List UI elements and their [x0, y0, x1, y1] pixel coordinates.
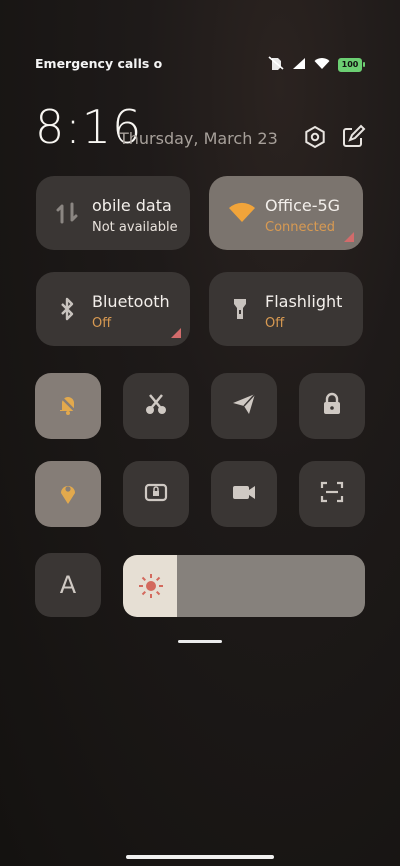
mobile-data-tile[interactable]: obile data Not available: [36, 176, 190, 250]
airplane-toggle[interactable]: [211, 373, 277, 439]
lock-icon: [318, 390, 346, 422]
send-icon: [230, 390, 258, 422]
carrier-label: Emergency calls o: [35, 56, 163, 71]
screenshot-toggle[interactable]: [123, 373, 189, 439]
home-indicator[interactable]: [126, 855, 274, 859]
wifi-status: Connected: [265, 220, 336, 235]
battery-icon: 100: [338, 57, 365, 72]
screen-lock-toggle[interactable]: [123, 461, 189, 527]
vibrate-off-icon: [268, 55, 284, 74]
expand-corner-icon[interactable]: [344, 232, 354, 242]
signal-icon: [292, 55, 306, 74]
flashlight-tile[interactable]: Flashlight Off: [209, 272, 363, 346]
silent-toggle[interactable]: [35, 373, 101, 439]
scan-toggle[interactable]: [299, 461, 365, 527]
video-toggle[interactable]: [211, 461, 277, 527]
location-icon: [54, 478, 82, 510]
wifi-icon: [227, 200, 255, 226]
wifi-icon: [314, 55, 330, 74]
brightness-slider[interactable]: [123, 555, 365, 617]
flashlight-status: Off: [265, 316, 285, 331]
flashlight-icon: [227, 296, 253, 322]
mobile-data-icon: [54, 200, 80, 226]
screen-lock-icon: [142, 478, 170, 510]
mobile-data-status: Not available: [92, 220, 178, 235]
gear-icon[interactable]: [302, 124, 328, 150]
date-label: Thursday, March 23: [119, 129, 278, 148]
bluetooth-tile[interactable]: Bluetooth Off: [36, 272, 190, 346]
bell-off-icon: [54, 390, 82, 422]
wifi-title: Office-5G: [265, 196, 341, 215]
location-toggle[interactable]: [35, 461, 101, 527]
scan-icon: [318, 478, 346, 510]
expand-corner-icon[interactable]: [171, 328, 181, 338]
panel-handle[interactable]: [178, 640, 222, 643]
scissors-icon: [142, 390, 170, 422]
font-size-label: A: [59, 571, 77, 599]
mobile-data-title: obile data: [92, 196, 172, 215]
lock-toggle[interactable]: [299, 373, 365, 439]
flashlight-title: Flashlight: [265, 292, 343, 311]
bluetooth-title: Bluetooth: [92, 292, 170, 311]
status-bar: Emergency calls o 100: [35, 54, 365, 74]
edit-icon[interactable]: [340, 124, 366, 150]
wifi-tile[interactable]: Office-5G Connected: [209, 176, 363, 250]
video-icon: [230, 478, 258, 510]
font-size-button[interactable]: A: [35, 553, 101, 617]
bluetooth-icon: [54, 296, 80, 322]
bluetooth-status: Off: [92, 316, 112, 331]
